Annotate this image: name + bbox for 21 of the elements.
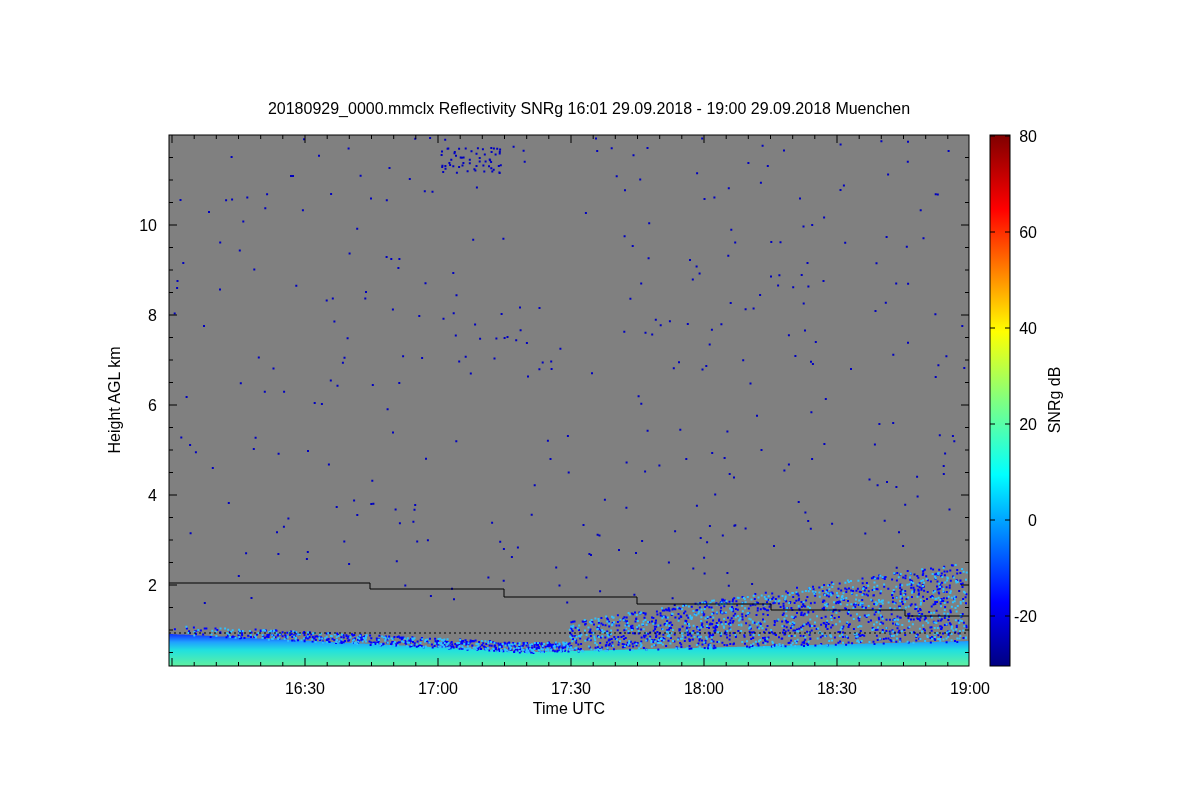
- x-tick-label: 18:00: [684, 680, 724, 697]
- colorbar-tick-label: 0: [1028, 512, 1037, 529]
- colorbar-tick-label: -20: [1013, 608, 1037, 625]
- y-tick-label: 2: [148, 577, 157, 594]
- colorbar-tick-label: 20: [1019, 416, 1037, 433]
- y-axis-label: Height AGL km: [106, 346, 123, 454]
- x-tick-label: 17:00: [418, 680, 458, 697]
- colorbar-tick-label: 60: [1019, 224, 1037, 241]
- y-tick-label: 8: [148, 307, 157, 324]
- colorbar-label: SNRg dB: [1046, 366, 1063, 434]
- colorbar-tick-label: 80: [1019, 128, 1037, 145]
- x-tick-label: 18:30: [817, 680, 857, 697]
- y-tick-label: 10: [139, 217, 157, 234]
- x-tick-label: 19:00: [950, 680, 990, 697]
- y-tick-label: 6: [148, 397, 157, 414]
- x-tick-label: 17:30: [551, 680, 591, 697]
- x-axis-label: Time UTC: [532, 700, 606, 717]
- y-tick-label: 4: [148, 487, 157, 504]
- colorbar-tick-label: 40: [1019, 320, 1037, 337]
- plot-title: 20180929_0000.mmclx Reflectivity SNRg 16:01 29.09.2018 - 19:00 29.09.2018 Muenchen: [267, 100, 911, 117]
- x-tick-label: 16:30: [285, 680, 325, 697]
